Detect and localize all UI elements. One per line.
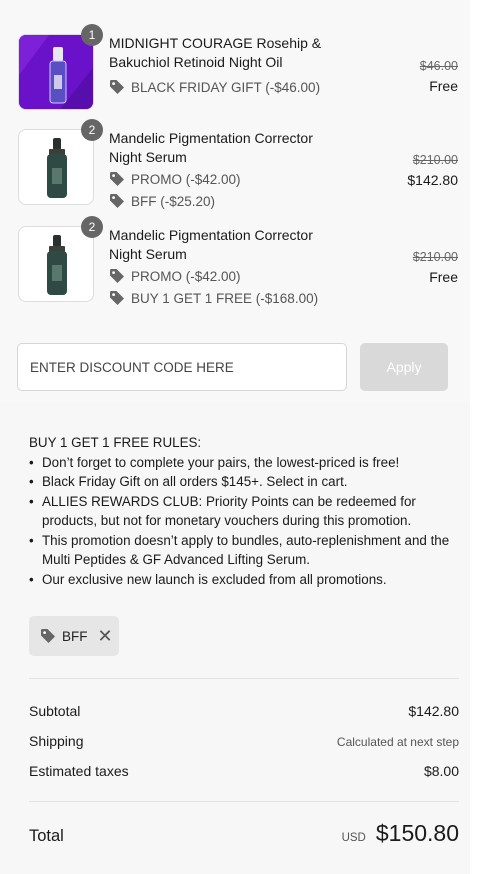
tag-icon — [110, 80, 124, 94]
final-price: $142.80 — [407, 172, 458, 188]
total-price: USD $150.80 — [342, 820, 459, 847]
quantity-badge: 1 — [81, 24, 103, 46]
price-block: $210.00 Free — [338, 250, 458, 285]
discount-label: BUY 1 GET 1 FREE (-$168.00) — [131, 290, 319, 306]
original-price: $210.00 — [412, 153, 458, 167]
serum-bottle-icon — [47, 138, 67, 198]
product-name: Mandelic Pigmentation Corrector Night Se… — [109, 227, 313, 262]
tag-icon — [110, 269, 124, 283]
tag-icon — [110, 172, 124, 186]
product-image — [18, 129, 94, 205]
final-price: Free — [429, 269, 458, 285]
subtotal-value: $142.80 — [408, 703, 459, 719]
applied-discount-label: BFF — [62, 628, 88, 644]
discount-allocation: BLACK FRIDAY GIFT (-$46.00) — [109, 79, 320, 95]
discount-allocation: BUY 1 GET 1 FREE (-$168.00) — [109, 290, 318, 306]
rules-item: Our exclusive new launch is excluded fro… — [29, 570, 459, 590]
serum-bottle-icon — [47, 235, 67, 295]
tag-icon — [110, 194, 124, 208]
shipping-value: Calculated at next step — [336, 735, 459, 749]
discount-label: BFF (-$25.20) — [131, 193, 216, 209]
rules-item: This promotion doesn’t apply to bundles,… — [29, 531, 459, 570]
discount-label: PROMO (-$42.00) — [131, 268, 241, 284]
quantity-badge: 2 — [81, 119, 103, 141]
applied-discount-chip: BFF ✕ — [29, 616, 119, 656]
discount-code-input[interactable]: ENTER DISCOUNT CODE HERE — [17, 343, 347, 391]
total-row: Total USD $150.80 — [29, 820, 459, 847]
divider — [29, 801, 459, 802]
taxes-row: Estimated taxes $8.00 — [29, 763, 459, 779]
close-icon[interactable]: ✕ — [98, 627, 113, 645]
total-label: Total — [29, 827, 64, 845]
shipping-row: Shipping Calculated at next step — [29, 733, 459, 749]
subtotal-label: Subtotal — [29, 703, 81, 719]
rules-item: Don’t forget to complete your pairs, the… — [29, 453, 459, 473]
rules-heading: BUY 1 GET 1 FREE RULES: — [29, 435, 202, 450]
apply-button[interactable]: Apply — [360, 343, 448, 391]
price-block: $46.00 Free — [338, 59, 458, 94]
rules-item: ALLIES REWARDS CLUB: Priority Points can… — [29, 492, 459, 531]
promotion-rules: BUY 1 GET 1 FREE RULES: Don’t forget to … — [29, 433, 459, 589]
product-name: MIDNIGHT COURAGE Rosehip & Bakuchiol Ret… — [109, 35, 322, 70]
discount-allocation: PROMO (-$42.00) — [109, 268, 241, 284]
currency-code: USD — [341, 832, 366, 844]
product-image — [18, 226, 94, 302]
original-price: $46.00 — [419, 59, 458, 73]
taxes-value: $8.00 — [423, 763, 459, 779]
product-image — [18, 34, 94, 110]
rules-list: Don’t forget to complete your pairs, the… — [29, 453, 459, 590]
oil-bottle-icon — [19, 35, 93, 109]
taxes-label: Estimated taxes — [29, 763, 129, 779]
tag-icon — [110, 291, 124, 305]
shipping-label: Shipping — [29, 733, 84, 749]
product-name: Mandelic Pigmentation Corrector Night Se… — [109, 130, 313, 165]
discount-allocation: BFF (-$25.20) — [109, 193, 215, 209]
subtotal-row: Subtotal $142.80 — [29, 703, 459, 719]
divider — [29, 678, 459, 679]
original-price: $210.00 — [412, 250, 458, 264]
rules-item: Black Friday Gift on all orders $145+. S… — [29, 472, 459, 492]
tag-icon — [41, 629, 55, 643]
final-price: Free — [429, 78, 458, 94]
discount-label: PROMO (-$42.00) — [131, 171, 241, 187]
quantity-badge: 2 — [81, 216, 103, 238]
discount-label: BLACK FRIDAY GIFT (-$46.00) — [131, 79, 321, 95]
total-amount: $150.80 — [375, 820, 459, 846]
discount-allocation: PROMO (-$42.00) — [109, 171, 241, 187]
price-block: $210.00 $142.80 — [338, 153, 458, 188]
